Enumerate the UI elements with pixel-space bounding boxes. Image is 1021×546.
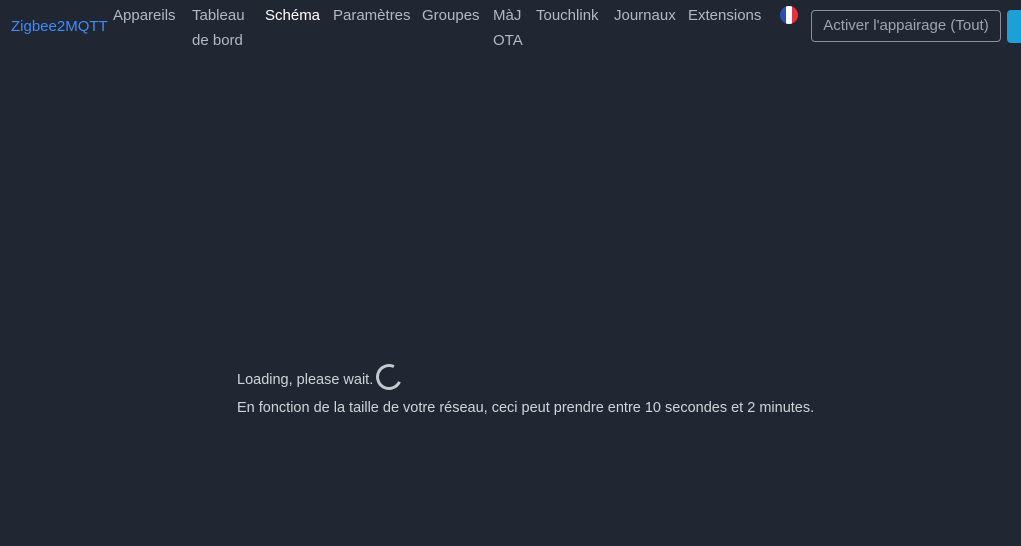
loading-panel: Loading, please wait. En fonction de la … — [237, 360, 815, 423]
permit-join-button[interactable]: Activer l'appairage (Tout) — [811, 10, 1001, 42]
permit-join-dropdown-button[interactable] — [1007, 10, 1021, 43]
nav-link-groups[interactable]: Groupes — [422, 3, 480, 28]
nav-link-label: Tableau — [192, 7, 245, 24]
loading-hint: En fonction de la taille de votre réseau… — [237, 400, 815, 416]
nav-link-dashboard[interactable]: Tableau de bord — [192, 3, 245, 53]
flag-fr-icon[interactable] — [780, 6, 798, 24]
nav-link-label: MàJ — [493, 7, 522, 24]
nav-link-label: Paramètres — [333, 7, 411, 24]
nav-link-label: Schéma — [265, 7, 321, 24]
nav-link-label: Journaux — [614, 7, 676, 24]
navbar: Zigbee2MQTT Appareils Tableau de bord Sc… — [0, 0, 1021, 60]
brand-link[interactable]: Zigbee2MQTT — [11, 17, 108, 37]
nav-link-ota[interactable]: MàJ OTA — [493, 3, 523, 53]
nav-link-devices[interactable]: Appareils — [113, 3, 176, 28]
nav-link-settings[interactable]: Paramètres — [333, 3, 411, 28]
nav-link-label: Touchlink — [536, 7, 599, 24]
nav-link-touchlink[interactable]: Touchlink — [536, 3, 599, 28]
nav-link-map[interactable]: Schéma — [265, 3, 320, 28]
nav-link-logs[interactable]: Journaux — [614, 3, 676, 28]
nav-link-extensions[interactable]: Extensions — [688, 3, 761, 28]
nav-link-label: Groupes — [422, 7, 480, 24]
nav-link-label-line2: OTA — [493, 32, 523, 49]
loading-text: Loading, please wait. — [237, 372, 374, 388]
nav-link-label: Appareils — [113, 7, 176, 24]
spinner-icon — [372, 360, 406, 394]
nav-link-label-line2: de bord — [192, 32, 243, 49]
nav-link-label: Extensions — [688, 7, 762, 24]
